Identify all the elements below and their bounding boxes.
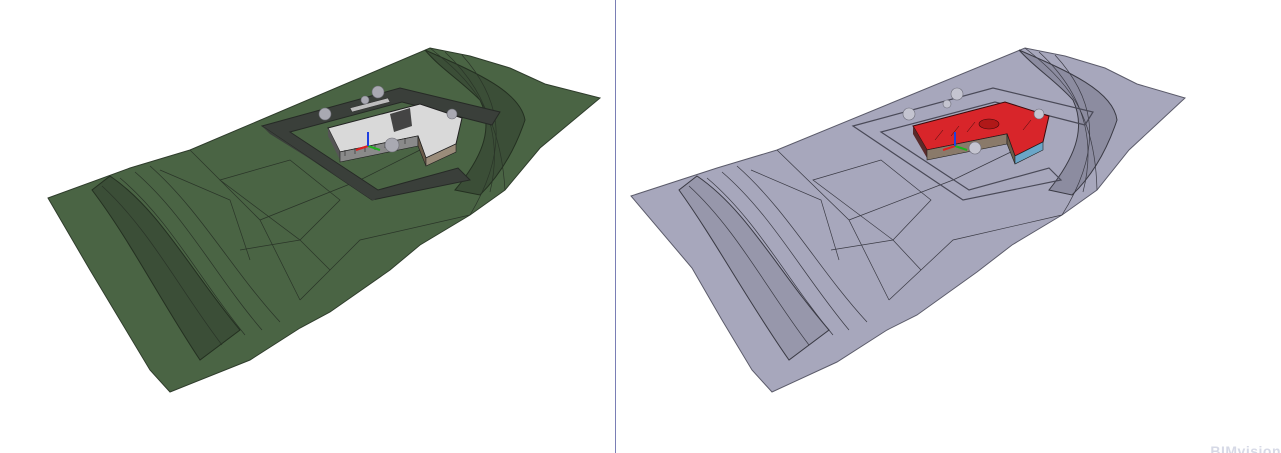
watermark-text: BIMvision — [1210, 443, 1281, 453]
viewport-splitter-line — [615, 0, 616, 453]
viewport-left[interactable] — [0, 0, 613, 453]
viewport-right[interactable]: BIMvision — [617, 0, 1281, 453]
terrain-scene-left[interactable] — [0, 0, 613, 453]
terrain-scene-right[interactable] — [617, 0, 1281, 453]
